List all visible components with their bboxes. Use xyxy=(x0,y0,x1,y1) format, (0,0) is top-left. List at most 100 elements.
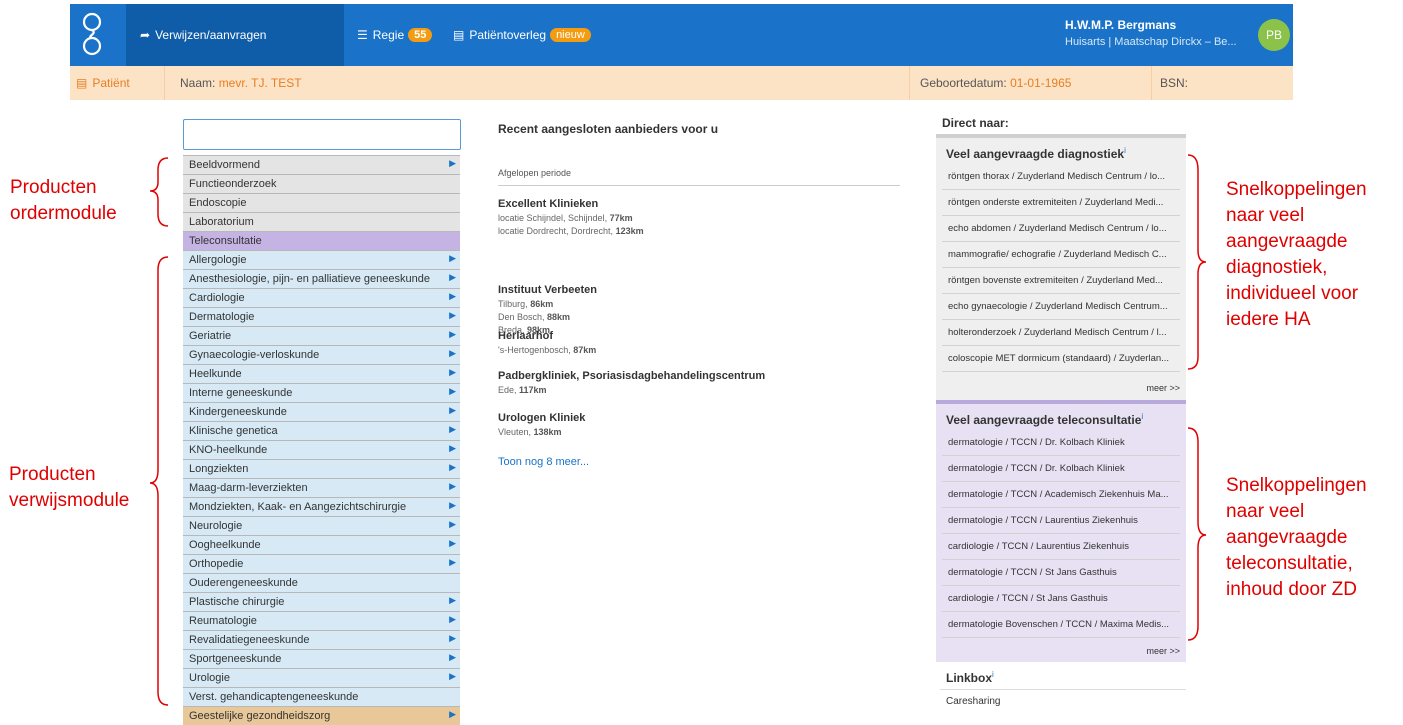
nav-verwijzen-aanvragen[interactable]: ➦ Verwijzen/aanvragen xyxy=(140,4,266,66)
referral-category-item[interactable]: Neurologie ▶ xyxy=(183,517,460,536)
info-icon[interactable]: i xyxy=(992,670,994,679)
nav-regie[interactable]: ☰ Regie 55 xyxy=(357,4,433,66)
location-text: Ede, xyxy=(498,385,520,395)
referral-category-item[interactable]: Cardiologie ▶ xyxy=(183,289,460,308)
caret-right-icon: ▶ xyxy=(449,652,456,662)
annotation-line: naar veel xyxy=(1226,205,1305,226)
referral-category-item[interactable]: Longziekten ▶ xyxy=(183,460,460,479)
referral-category-item[interactable]: Interne geneeskunde ▶ xyxy=(183,384,460,403)
quick-link[interactable]: röntgen bovenste extremiteiten / Zuyderl… xyxy=(942,268,1180,294)
referral-category-item[interactable]: Geriatrie ▶ xyxy=(183,327,460,346)
quick-link[interactable]: mammografie/ echografie / Zuyderland Med… xyxy=(942,242,1180,268)
quick-link[interactable]: echo abdomen / Zuyderland Medisch Centru… xyxy=(942,216,1180,242)
info-icon[interactable]: i xyxy=(1124,146,1126,155)
linkbox-title: Linkboxi xyxy=(946,670,994,685)
quick-link[interactable]: röntgen onderste extremiteiten / Zuyderl… xyxy=(942,190,1180,216)
referral-category-item[interactable]: Kindergeneeskunde ▶ xyxy=(183,403,460,422)
provider-name[interactable]: Excellent Klinieken xyxy=(498,198,644,210)
referral-category-item[interactable]: Sportgeneeskunde ▶ xyxy=(183,650,460,669)
avatar[interactable]: PB xyxy=(1258,19,1290,51)
referral-category-item[interactable]: Urologie ▶ xyxy=(183,669,460,688)
provider-location: locatie Dordrecht, Dordrecht, 123km xyxy=(498,226,644,236)
annotation-line: Snelkoppelingen xyxy=(1226,179,1367,200)
category-label: KNO-heelkunde xyxy=(189,444,268,456)
referral-category-item[interactable]: Plastische chirurgie ▶ xyxy=(183,593,460,612)
tele-more-link[interactable]: meer >> xyxy=(1146,646,1180,656)
divider xyxy=(940,689,1186,690)
annotation-line: verwijsmodule xyxy=(9,490,130,511)
referral-category-item[interactable]: Geestelijke gezondheidszorg ▶ xyxy=(183,707,460,725)
quick-link[interactable]: coloscopie MET dormicum (standaard) / Zu… xyxy=(942,346,1180,372)
bracket-tele xyxy=(1187,427,1207,641)
category-label: Reumatologie xyxy=(189,615,257,627)
referral-category-item[interactable]: Orthopedie ▶ xyxy=(183,555,460,574)
quick-link[interactable]: röntgen thorax / Zuyderland Medisch Cent… xyxy=(942,164,1180,190)
show-more-link[interactable]: Toon nog 8 meer... xyxy=(498,456,589,468)
location-text: locatie Schijndel, Schijndel, xyxy=(498,213,610,223)
referral-category-item[interactable]: Anesthesiologie, pijn- en palliatieve ge… xyxy=(183,270,460,289)
referral-category-item[interactable]: Allergologie ▶ xyxy=(183,251,460,270)
search-input[interactable] xyxy=(183,119,461,150)
nav-patientoverleg[interactable]: ▤ Patiëntoverleg nieuw xyxy=(453,4,591,66)
quick-link[interactable]: dermatologie / TCCN / St Jans Gasthuis xyxy=(942,560,1180,586)
quick-link[interactable]: cardiologie / TCCN / Laurentius Ziekenhu… xyxy=(942,534,1180,560)
patient-tab[interactable]: ▤ Patiënt xyxy=(70,66,165,100)
category-label: Endoscopie xyxy=(189,197,247,209)
order-category-item[interactable]: Teleconsultatie xyxy=(183,232,460,251)
provider-name[interactable]: Herlaarhof xyxy=(498,330,596,342)
dob-label: Geboortedatum: xyxy=(920,76,1007,90)
quick-link[interactable]: dermatologie / TCCN / Academisch Ziekenh… xyxy=(942,482,1180,508)
referral-category-item[interactable]: Oogheelkunde ▶ xyxy=(183,536,460,555)
caret-right-icon: ▶ xyxy=(449,633,456,643)
referral-category-item[interactable]: Dermatologie ▶ xyxy=(183,308,460,327)
location-text: 's-Hertogenbosch, xyxy=(498,345,574,355)
caret-right-icon: ▶ xyxy=(449,443,456,453)
app-logo[interactable] xyxy=(70,4,126,66)
quick-link[interactable]: cardiologie / TCCN / St Jans Gasthuis xyxy=(942,586,1180,612)
info-icon[interactable]: i xyxy=(1141,412,1143,421)
provider-name[interactable]: Padbergkliniek, Psoriasisdagbehandelings… xyxy=(498,370,765,382)
location-text: Den Bosch, xyxy=(498,312,548,322)
category-label: Dermatologie xyxy=(189,311,255,323)
quick-link[interactable]: holteronderzoek / Zuyderland Medisch Cen… xyxy=(942,320,1180,346)
referral-category-item[interactable]: Revalidatiegeneeskunde ▶ xyxy=(183,631,460,650)
referral-category-item[interactable]: Ouderengeneeskunde xyxy=(183,574,460,593)
caret-right-icon: ▶ xyxy=(449,595,456,605)
referral-category-item[interactable]: Verst. gehandicaptengeneeskunde xyxy=(183,688,460,707)
referral-category-item[interactable]: Heelkunde ▶ xyxy=(183,365,460,384)
referral-category-item[interactable]: KNO-heelkunde ▶ xyxy=(183,441,460,460)
category-label: Geestelijke gezondheidszorg xyxy=(189,710,331,722)
referral-category-item[interactable]: Maag-darm-leverziekten ▶ xyxy=(183,479,460,498)
linkbox-item[interactable]: Caresharing xyxy=(946,696,1000,707)
quick-link[interactable]: dermatologie Bovenschen / TCCN / Maxima … xyxy=(942,612,1180,638)
referral-category-item[interactable]: Reumatologie ▶ xyxy=(183,612,460,631)
provider-name[interactable]: Instituut Verbeeten xyxy=(498,284,597,296)
quick-link[interactable]: dermatologie / TCCN / Laurentius Ziekenh… xyxy=(942,508,1180,534)
provider-name[interactable]: Urologen Kliniek xyxy=(498,412,585,424)
order-category-item[interactable]: Laboratorium xyxy=(183,213,460,232)
caret-right-icon: ▶ xyxy=(449,519,456,529)
quick-link[interactable]: dermatologie / TCCN / Dr. Kolbach Klinie… xyxy=(942,456,1180,482)
referral-category-item[interactable]: Mondziekten, Kaak- en Aangezichtschirurg… xyxy=(183,498,460,517)
order-module-list: Beeldvormend ▶ Functieonderzoek Endoscopie L… xyxy=(183,155,460,251)
name-label: Naam: xyxy=(180,76,216,90)
order-category-item[interactable]: Endoscopie xyxy=(183,194,460,213)
order-category-item[interactable]: Beeldvormend ▶ xyxy=(183,156,460,175)
quick-link[interactable]: dermatologie / TCCN / Dr. Kolbach Klinie… xyxy=(942,430,1180,456)
category-label: Klinische genetica xyxy=(189,425,278,437)
category-label: Mondziekten, Kaak- en Aangezichtschirurg… xyxy=(189,501,407,513)
caret-right-icon: ▶ xyxy=(449,253,456,263)
referral-category-item[interactable]: Klinische genetica ▶ xyxy=(183,422,460,441)
location-distance: 138km xyxy=(533,427,562,437)
id-card-icon: ▤ xyxy=(76,76,88,90)
top-navigation-bar: ➦ Verwijzen/aanvragen ☰ Regie 55 ▤ Patië… xyxy=(70,4,1293,66)
order-category-item[interactable]: Functieonderzoek xyxy=(183,175,460,194)
logo-icon xyxy=(82,12,102,56)
user-name[interactable]: H.W.M.P. Bergmans xyxy=(1065,18,1176,32)
recent-providers-title: Recent aangesloten aanbieders voor u xyxy=(498,122,719,136)
referral-category-item[interactable]: Gynaecologie-verloskunde ▶ xyxy=(183,346,460,365)
diag-more-link[interactable]: meer >> xyxy=(1146,383,1180,393)
category-label: Interne geneeskunde xyxy=(189,387,293,399)
quick-link[interactable]: echo gynaecologie / Zuyderland Medisch C… xyxy=(942,294,1180,320)
provider-location: locatie Schijndel, Schijndel, 77km xyxy=(498,213,644,223)
